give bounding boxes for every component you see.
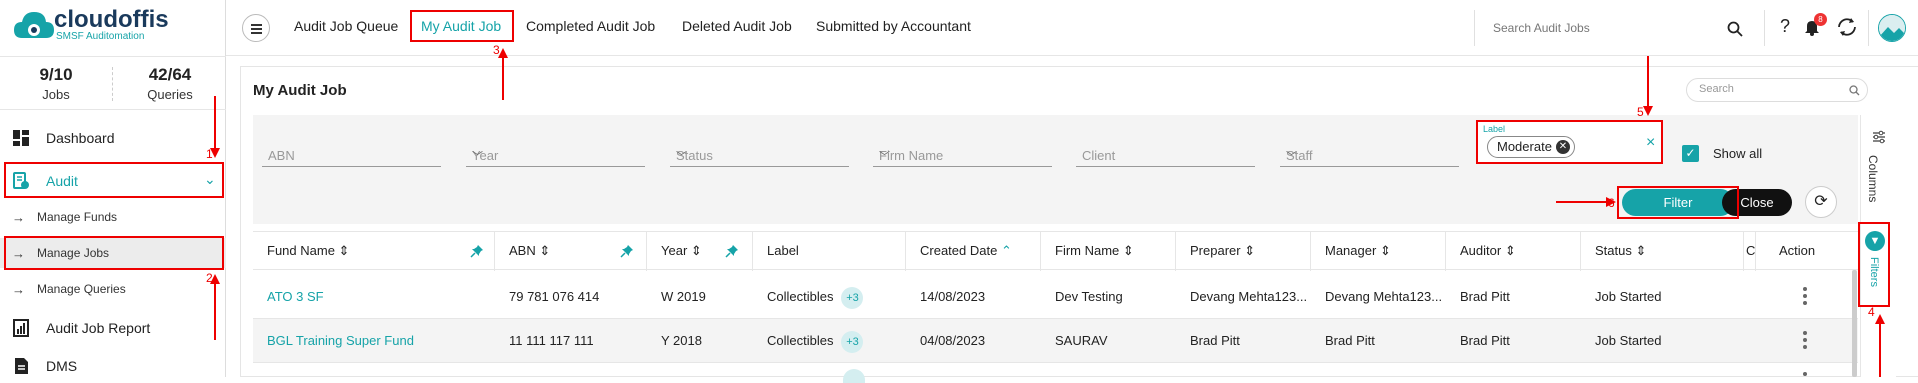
annotation-arrows [210, 48, 1885, 377]
